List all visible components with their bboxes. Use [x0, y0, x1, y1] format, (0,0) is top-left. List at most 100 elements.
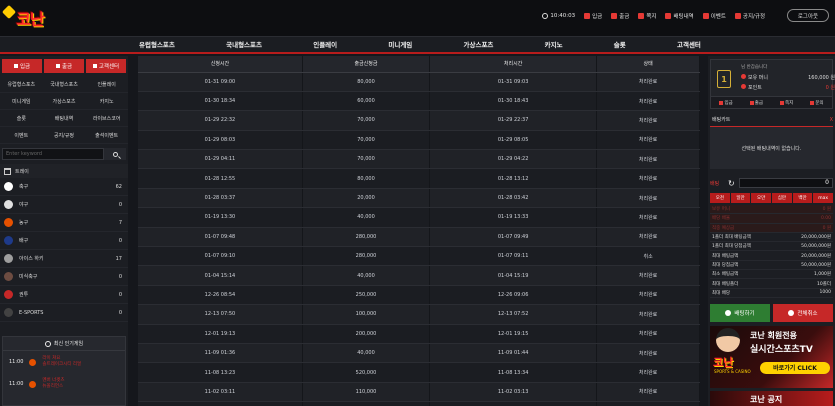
- cell-status: 처리완료: [596, 285, 700, 306]
- point-icon: [741, 84, 746, 89]
- nav-minigame[interactable]: 미니게임: [384, 37, 416, 53]
- top-menu-notice[interactable]: 공지/규정: [734, 12, 765, 20]
- sport-item[interactable]: 아이스 하키 17: [0, 250, 128, 268]
- cell-status: 처리완료: [596, 72, 700, 92]
- cell-request-time: 01-28 12:55: [138, 168, 303, 189]
- sport-item[interactable]: 농구 7: [0, 214, 128, 232]
- sidebar-link[interactable]: 카지노: [85, 93, 128, 110]
- sidebar-deposit-button[interactable]: 입금: [2, 59, 42, 73]
- sidebar-link[interactable]: 슬롯: [0, 110, 43, 127]
- banner-click-button[interactable]: 바로가기 CLICK: [760, 361, 830, 374]
- basketball-icon: [29, 358, 37, 366]
- top-menu-event[interactable]: 이벤트: [702, 12, 726, 20]
- quick-amount-button[interactable]: 일만: [730, 193, 751, 203]
- card-message-button[interactable]: 쪽지: [772, 97, 802, 108]
- card-inquiry-button[interactable]: 문의: [802, 97, 832, 108]
- card-withdraw-button[interactable]: 출금: [741, 97, 771, 108]
- notice-banner[interactable]: 코난 공지: [710, 390, 833, 406]
- cart-close-icon[interactable]: X: [830, 115, 833, 126]
- logo-badge-icon: [1, 4, 17, 20]
- info-key: 1폴더 최대 배팅금액: [712, 235, 751, 241]
- sidebar-link[interactable]: 유럽형스포츠: [0, 76, 43, 93]
- table-row: 01-29 04:11 70,000 01-29 04:22 처리완료: [138, 149, 700, 170]
- sport-item[interactable]: 배구 0: [0, 232, 128, 250]
- sidebar-withdraw-button[interactable]: 출금: [44, 59, 84, 73]
- button-label: 전체취소: [797, 310, 818, 317]
- quick-amount-button[interactable]: 백만: [792, 193, 813, 203]
- cart-empty: 선택된 배팅내역이 없습니다.: [710, 127, 833, 169]
- sport-item[interactable]: 축구 62: [0, 178, 128, 196]
- cell-process-time: 01-29 08:05: [429, 130, 598, 151]
- site-logo[interactable]: 코난: [1, 4, 54, 31]
- sidebar-link[interactable]: 이벤트: [0, 127, 43, 144]
- sport-name: 아이스 하키: [19, 256, 44, 262]
- quick-amount-button[interactable]: max: [813, 193, 834, 203]
- sidebar-link[interactable]: 라이브스코어: [85, 110, 128, 127]
- cell-status: 처리완료: [596, 304, 700, 325]
- nav-customer-center[interactable]: 고객센터: [673, 37, 705, 53]
- place-bet-button[interactable]: 배팅하기: [710, 303, 770, 322]
- point-label: 포인트: [748, 85, 762, 91]
- sidebar-search: Enter keyword: [2, 148, 126, 160]
- deposit-icon: [584, 13, 591, 19]
- sidebar-link[interactable]: 배팅내역: [42, 110, 86, 127]
- popular-game-row[interactable]: 11:00 라이 쳐요 솔트레이크시티 리얼: [3, 351, 125, 373]
- sport-item[interactable]: 야구 0: [0, 196, 128, 214]
- sidebar-link[interactable]: 인플레이: [85, 76, 128, 93]
- quick-amount-button[interactable]: 오만: [751, 193, 772, 203]
- refresh-icon[interactable]: ↻: [728, 179, 735, 188]
- top-menu-deposit[interactable]: 입금: [584, 12, 602, 20]
- info-value: 1000: [819, 290, 831, 296]
- sidebar-link[interactable]: 가상스포츠: [42, 93, 86, 110]
- nav-inplay[interactable]: 인플레이: [309, 37, 341, 53]
- history-icon: [665, 13, 672, 19]
- sidebar-link[interactable]: 미니게임: [0, 93, 43, 110]
- top-menu-withdraw[interactable]: 출금: [611, 12, 629, 20]
- sidebar-link[interactable]: 출석이벤트: [85, 127, 128, 144]
- nav-european-sports[interactable]: 유럽형스포츠: [135, 37, 179, 53]
- popular-game-row[interactable]: 11:00 멘버 너겟츠 뉴올리언스: [3, 373, 125, 395]
- bet-info-row: 적중 예상금 0 원: [710, 223, 833, 233]
- sport-item[interactable]: E-SPORTS 0: [0, 304, 128, 322]
- cell-status: 처리완료: [596, 382, 700, 403]
- nav-casino[interactable]: 카지노: [541, 37, 567, 53]
- top-menu-history[interactable]: 배팅내역: [665, 12, 694, 20]
- arrow-up-icon: [44, 340, 51, 347]
- banner-subtitle: SPORTS & CASINO: [714, 368, 751, 374]
- today-games[interactable]: 트레이: [0, 164, 128, 178]
- bet-info-row: 보유 머니 0 원: [710, 205, 833, 215]
- cell-process-time: 11-09 01:44: [429, 343, 598, 364]
- nav-virtual-sports[interactable]: 가상스포츠: [460, 37, 498, 53]
- quick-amount-button[interactable]: 십만: [772, 193, 792, 203]
- cell-amount: 40,000: [302, 265, 431, 286]
- sidebar-support-button[interactable]: 고객센터: [86, 59, 126, 73]
- live-tv-banner[interactable]: 코난 회원전용 실시간스포츠TV 코난 SPORTS & CASINO 바로가기…: [710, 325, 833, 388]
- info-value: 20,000,000원: [801, 253, 831, 259]
- money-icon: [741, 74, 746, 79]
- top-menu-message[interactable]: 쪽지: [638, 12, 656, 20]
- nav-domestic-sports[interactable]: 국내형스포츠: [222, 37, 266, 53]
- sidebar-link[interactable]: 공지/규정: [42, 127, 86, 144]
- logout-button[interactable]: 로그아웃: [787, 9, 829, 22]
- search-button[interactable]: [104, 148, 126, 160]
- bet-amount-input[interactable]: 0: [738, 178, 833, 188]
- search-input[interactable]: Enter keyword: [2, 148, 104, 160]
- sport-item[interactable]: 권투 0: [0, 286, 128, 304]
- cell-process-time: 11-08 13:34: [429, 362, 598, 383]
- table-row: 11-02 03:11 110,000 11-02 03:13 처리완료: [138, 382, 700, 403]
- nav-slot[interactable]: 슬롯: [610, 37, 630, 53]
- bet-info-row: 최대 당첨금액 50,000,000원: [710, 261, 833, 271]
- cell-status: 처리완료: [596, 188, 700, 209]
- quick-amount-button[interactable]: 오천: [710, 193, 730, 203]
- sidebar-link[interactable]: 국내형스포츠: [42, 76, 86, 93]
- clock-icon: [542, 13, 549, 19]
- table-row: 01-07 09:10 280,000 01-07 09:11 취소: [138, 246, 700, 267]
- info-key: 최대 배당: [712, 290, 730, 296]
- card-deposit-button[interactable]: 입금: [711, 97, 741, 108]
- table-row: 01-29 08:03 70,000 01-29 08:05 처리완료: [138, 130, 700, 151]
- cell-request-time: 11-09 01:36: [138, 343, 303, 364]
- cancel-all-button[interactable]: 전체취소: [773, 303, 833, 322]
- sport-item[interactable]: 미식축구 0: [0, 268, 128, 286]
- table-row: 01-07 09:48 280,000 01-07 09:49 처리완료: [138, 227, 700, 248]
- top-menu-label: 입금: [592, 14, 603, 20]
